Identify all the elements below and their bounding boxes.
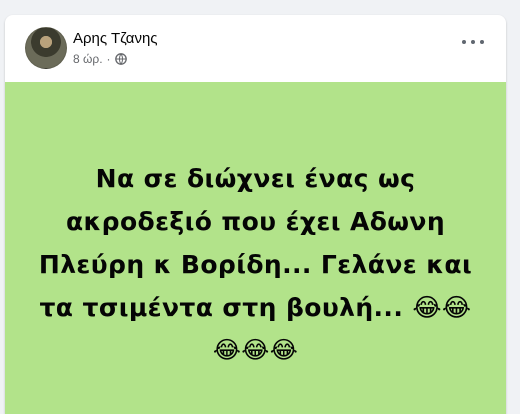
meta-separator: · (106, 52, 111, 66)
post-background[interactable]: Να σε διώχνει ένας ως ακροδεξιό που έχει… (5, 82, 506, 414)
author-avatar[interactable] (25, 27, 67, 69)
post-meta: 8 ώρ. · (73, 52, 127, 66)
post-text: Να σε διώχνει ένας ως ακροδεξιό που έχει… (20, 157, 491, 372)
post-text-line: 😂😂😂 (212, 336, 299, 364)
globe-icon[interactable] (114, 53, 127, 65)
post-text-line: τα τσιμέντα στη βουλή... 😂😂 (39, 293, 472, 322)
author-name[interactable]: Αρης Τζανης (73, 30, 158, 47)
more-options-icon[interactable] (462, 35, 484, 49)
post-card: Αρης Τζανης 8 ώρ. · Να σε διώχνει ένας ω… (5, 15, 506, 414)
post-text-line: Να σε διώχνει ένας ως (95, 164, 416, 193)
post-timestamp[interactable]: 8 ώρ. (73, 52, 103, 66)
post-text-line: ακροδεξιό που έχει Αδωνη (65, 207, 446, 236)
post-text-line: Πλεύρη κ Βορίδη... Γελάνε και (38, 250, 473, 279)
